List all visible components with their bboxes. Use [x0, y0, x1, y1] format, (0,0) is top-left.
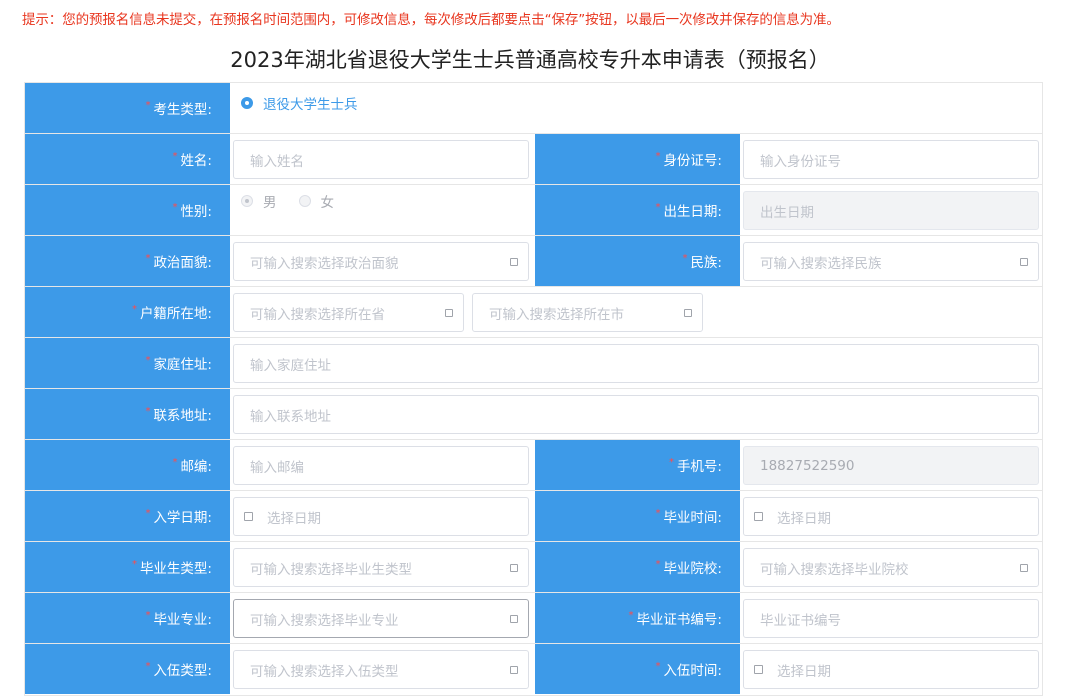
- grad-school-select[interactable]: 可输入搜索选择毕业院校: [743, 548, 1039, 587]
- province-select[interactable]: 可输入搜索选择所在省: [233, 293, 464, 332]
- notice-text: 提示：您的预报名信息未提交，在预报名时间范围内，可修改信息，每次修改后都要点击“…: [22, 12, 840, 28]
- dropdown-arrow-icon: [684, 308, 692, 317]
- label-grad-time: * 毕业时间:: [535, 491, 740, 541]
- label-name: * 姓名:: [25, 134, 230, 184]
- home-address-input[interactable]: 输入家庭住址: [233, 344, 1039, 383]
- label-phone: * 手机号:: [535, 440, 740, 490]
- label-birth: * 出生日期:: [535, 185, 740, 235]
- row-exam-type: * 考生类型: 退役大学生士兵: [25, 83, 1042, 134]
- row-major-cert: * 毕业专业: 可输入搜索选择毕业专业 * 毕业证书编号: 毕业证书编号: [25, 593, 1042, 644]
- radio-exam-type-veteran[interactable]: 退役大学生士兵: [241, 93, 358, 113]
- row-name-id: * 姓名: 输入姓名 * 身份证号: 输入身份证号: [25, 134, 1042, 185]
- row-contact-address: * 联系地址: 输入联系地址: [25, 389, 1042, 440]
- label-enlist-time: * 入伍时间:: [535, 644, 740, 694]
- phone-input[interactable]: 18827522590: [743, 446, 1039, 485]
- label-ethnic: * 民族:: [535, 236, 740, 286]
- radio-checked-icon: [241, 97, 253, 109]
- contact-address-input[interactable]: 输入联系地址: [233, 395, 1039, 434]
- dropdown-arrow-icon: [510, 665, 518, 674]
- label-enlist-type: * 入伍类型:: [25, 644, 230, 694]
- grad-type-select[interactable]: 可输入搜索选择毕业生类型: [233, 548, 529, 587]
- label-contact-address: * 联系地址:: [25, 389, 230, 439]
- grad-date-picker[interactable]: 选择日期: [743, 497, 1039, 536]
- row-politics-ethnic: * 政治面貌: 可输入搜索选择政治面貌 * 民族: 可输入搜索选择民族: [25, 236, 1042, 287]
- birth-date-input[interactable]: 出生日期: [743, 191, 1039, 230]
- cert-number-input[interactable]: 毕业证书编号: [743, 599, 1039, 638]
- label-id-no: * 身份证号:: [535, 134, 740, 184]
- label-gender: * 性别:: [25, 185, 230, 235]
- radio-disabled-icon: [298, 195, 311, 207]
- row-home-address: * 家庭住址: 输入家庭住址: [25, 338, 1042, 389]
- row-enroll-grad-date: * 入学日期: 选择日期 * 毕业时间: 选择日期: [25, 491, 1042, 542]
- row-hukou: * 户籍所在地: 可输入搜索选择所在省 可输入搜索选择所在市: [25, 287, 1042, 338]
- enlist-date-picker[interactable]: 选择日期: [743, 650, 1039, 689]
- radio-gender-male[interactable]: 男: [241, 191, 277, 211]
- label-cert-no: * 毕业证书编号:: [535, 593, 740, 643]
- row-grad-type-school: * 毕业生类型: 可输入搜索选择毕业生类型 * 毕业院校: 可输入搜索选择毕业院校: [25, 542, 1042, 593]
- label-grad-type: * 毕业生类型:: [25, 542, 230, 592]
- row-enlist: * 入伍类型: 可输入搜索选择入伍类型 * 入伍时间: 选择日期: [25, 644, 1042, 695]
- row-gender-birth: * 性别: 男 女 * 出生日期: 出生日期: [25, 185, 1042, 236]
- label-grad-school: * 毕业院校:: [535, 542, 740, 592]
- city-select[interactable]: 可输入搜索选择所在市: [472, 293, 703, 332]
- radio-disabled-checked-icon: [241, 195, 253, 207]
- label-hukou: * 户籍所在地:: [25, 287, 230, 337]
- dropdown-arrow-icon: [510, 563, 518, 572]
- enlist-type-select[interactable]: 可输入搜索选择入伍类型: [233, 650, 529, 689]
- label-zip: * 邮编:: [25, 440, 230, 490]
- zip-input[interactable]: 输入邮编: [233, 446, 529, 485]
- name-input[interactable]: 输入姓名: [233, 140, 529, 179]
- dropdown-arrow-icon: [510, 614, 518, 623]
- label-exam-type: * 考生类型:: [25, 83, 230, 133]
- dropdown-arrow-icon: [1020, 257, 1028, 266]
- row-zip-phone: * 邮编: 输入邮编 * 手机号: 18827522590: [25, 440, 1042, 491]
- dropdown-arrow-icon: [445, 308, 453, 317]
- page-title: 2023年湖北省退役大学生士兵普通高校专升本申请表（预报名）: [230, 48, 830, 72]
- dropdown-arrow-icon: [510, 257, 518, 266]
- radio-gender-female[interactable]: 女: [298, 191, 334, 211]
- ethnic-select[interactable]: 可输入搜索选择民族: [743, 242, 1039, 281]
- politics-select[interactable]: 可输入搜索选择政治面貌: [233, 242, 529, 281]
- label-home-address: * 家庭住址:: [25, 338, 230, 388]
- calendar-icon: [754, 512, 763, 521]
- label-grad-major: * 毕业专业:: [25, 593, 230, 643]
- application-form: * 考生类型: 退役大学生士兵 * 姓名: 输入姓名 * 身份证号: 输入身份证号 *…: [24, 82, 1043, 696]
- label-politics: * 政治面貌:: [25, 236, 230, 286]
- dropdown-arrow-icon: [1020, 563, 1028, 572]
- exam-type-radio-group: 退役大学生士兵: [241, 83, 380, 123]
- id-number-input[interactable]: 输入身份证号: [743, 140, 1039, 179]
- enroll-date-picker[interactable]: 选择日期: [233, 497, 529, 536]
- calendar-icon: [244, 512, 253, 521]
- calendar-icon: [754, 665, 763, 674]
- label-enroll-date: * 入学日期:: [25, 491, 230, 541]
- gender-radio-group: 男 女: [241, 181, 356, 221]
- grad-major-select[interactable]: 可输入搜索选择毕业专业: [233, 599, 529, 638]
